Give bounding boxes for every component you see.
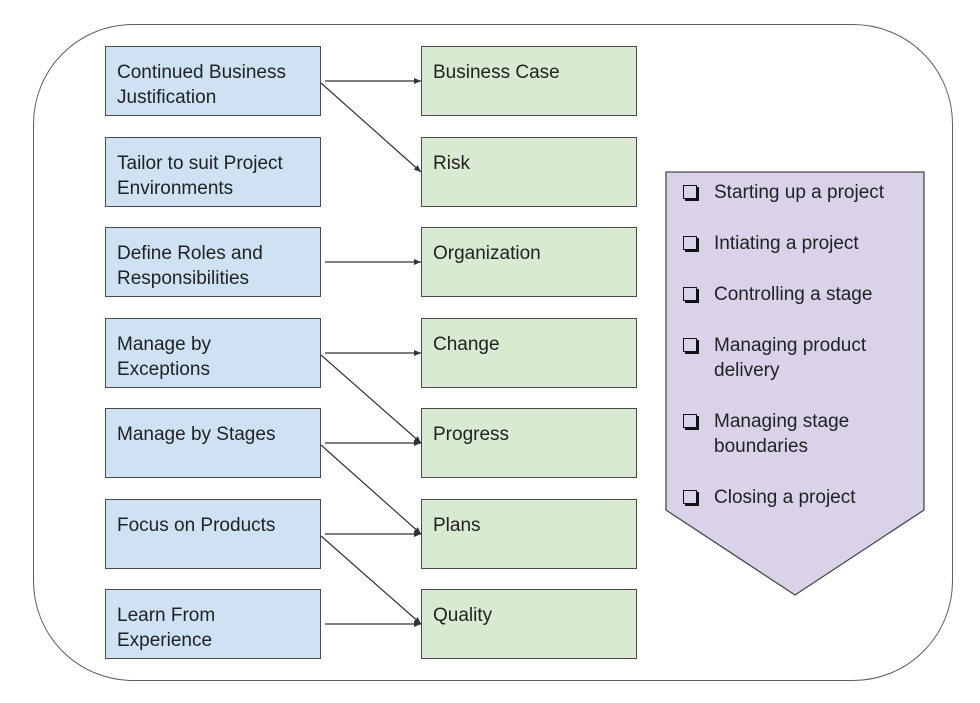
connector-arrow-p5-t6 xyxy=(320,444,422,535)
connector-arrow-p6-t7 xyxy=(320,535,422,625)
checkbox-icon xyxy=(683,185,697,199)
process-label: Starting up a project xyxy=(714,182,885,203)
process-label: Managing stage boundaries xyxy=(714,411,850,457)
process-item: Intiating a project xyxy=(680,231,920,256)
process-label: Closing a project xyxy=(714,487,856,508)
connector-arrow-p4-t5 xyxy=(320,354,422,444)
checkbox-icon xyxy=(683,414,697,428)
process-label: Managing product delivery xyxy=(714,335,867,381)
process-item: Starting up a project xyxy=(680,180,920,205)
checkbox-icon xyxy=(683,236,697,250)
connector-arrow-p1-t2 xyxy=(320,82,422,173)
process-item: Closing a project xyxy=(680,485,920,510)
process-item: Managing product delivery xyxy=(680,333,920,383)
checkbox-icon xyxy=(683,490,697,504)
process-item: Controlling a stage xyxy=(680,282,920,307)
process-label: Controlling a stage xyxy=(714,284,873,305)
process-list: Starting up a project Intiating a projec… xyxy=(680,180,920,510)
checkbox-icon xyxy=(683,338,697,352)
process-item: Managing stage boundaries xyxy=(680,409,920,459)
process-label: Intiating a project xyxy=(714,233,859,254)
diagram-canvas: Continued Business Justification Tailor … xyxy=(0,0,980,703)
checkbox-icon xyxy=(683,287,697,301)
